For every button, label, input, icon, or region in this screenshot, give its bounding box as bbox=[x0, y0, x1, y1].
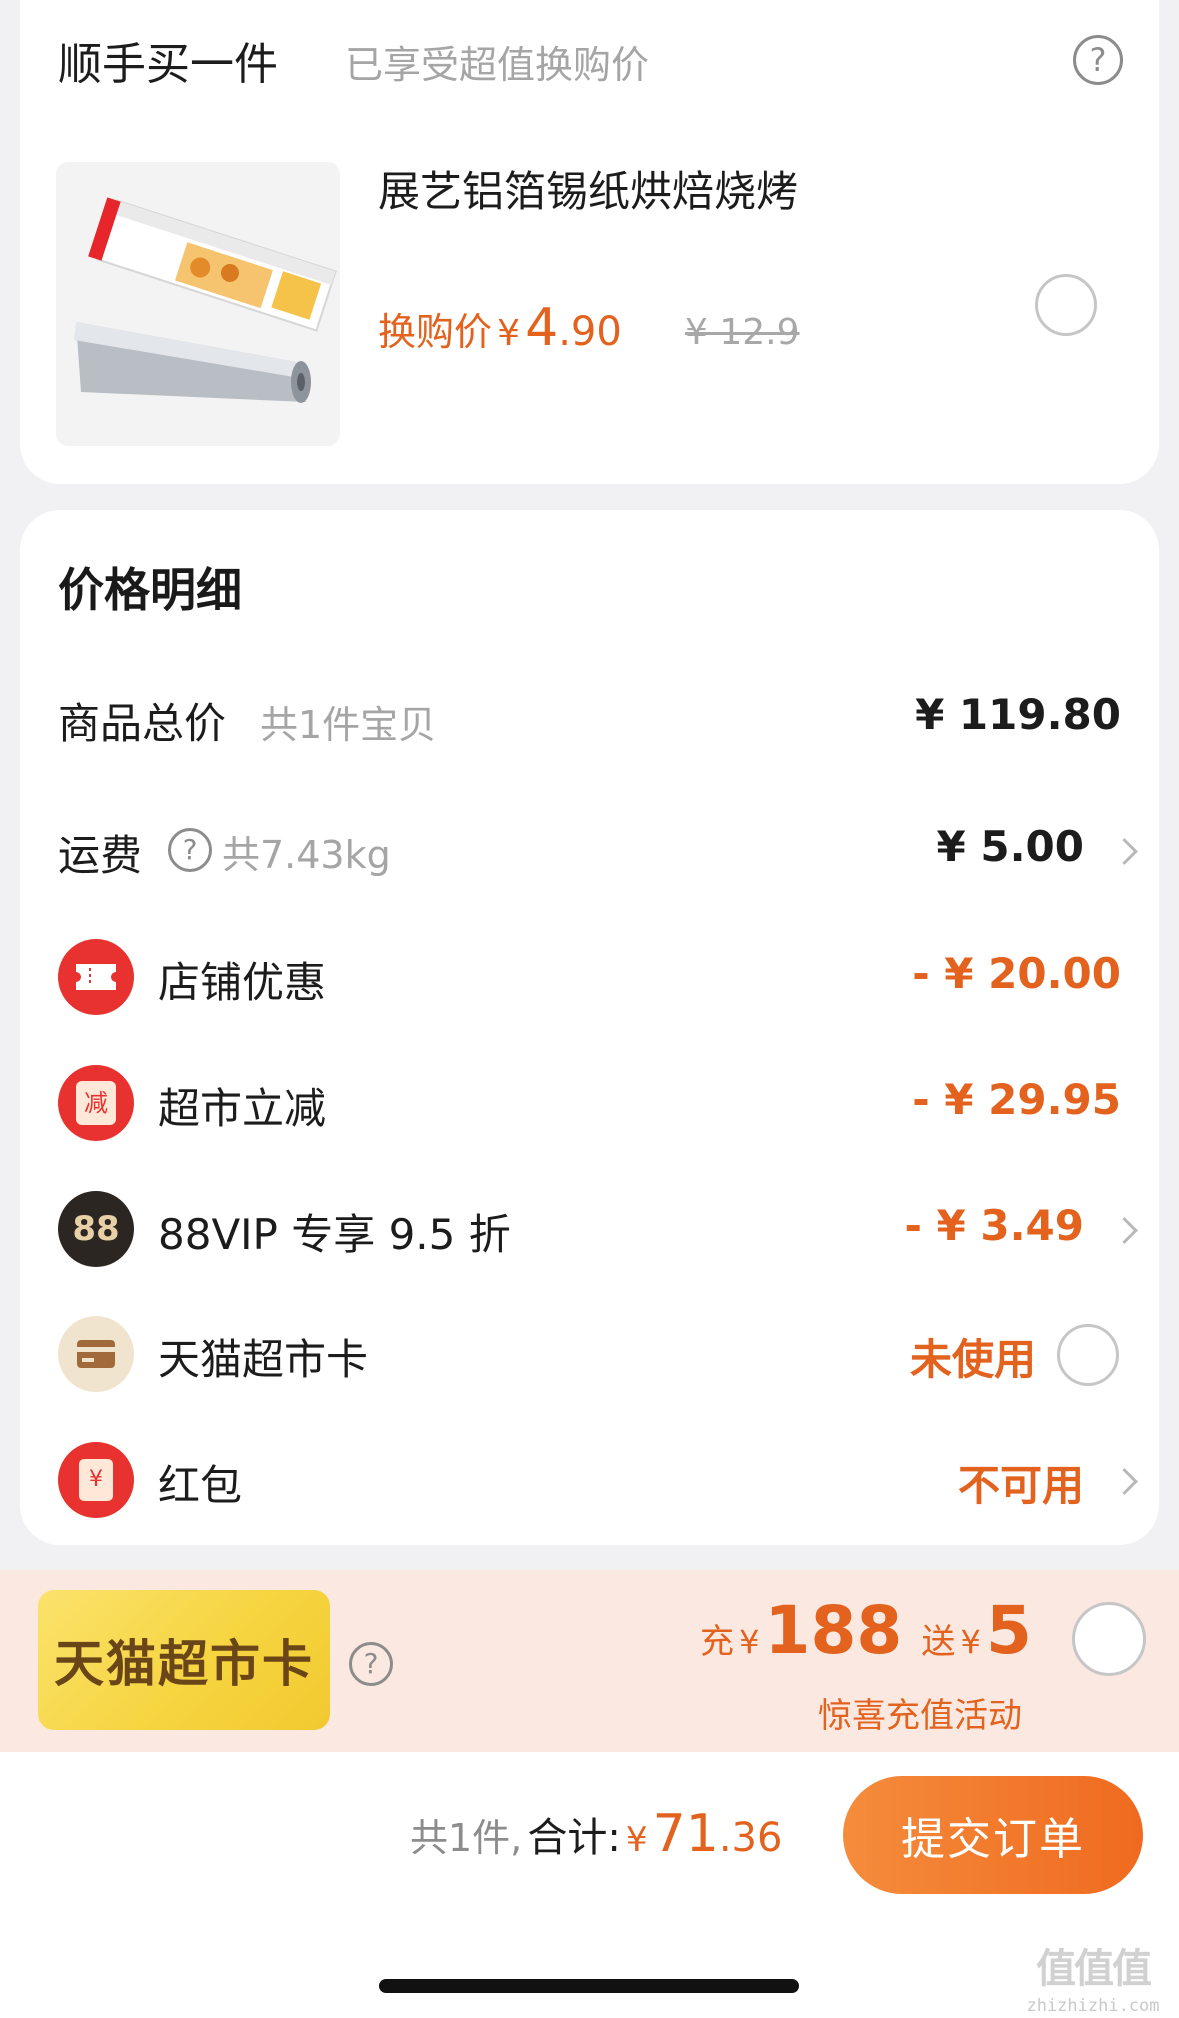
price-decimal: .90 bbox=[558, 309, 622, 355]
price-currency: ¥ bbox=[497, 313, 521, 354]
chevron-right-icon bbox=[1111, 838, 1138, 865]
home-indicator[interactable] bbox=[379, 1979, 799, 1993]
red-packet-label: 红包 bbox=[158, 1461, 243, 1510]
goods-count: 共1件宝贝 bbox=[260, 703, 437, 747]
vip88-icon: 88 bbox=[58, 1191, 134, 1267]
product-name[interactable]: 展艺铝箔锡纸烘焙烧烤 bbox=[378, 158, 798, 219]
price-detail-title: 价格明细 bbox=[58, 563, 242, 617]
chevron-right-icon bbox=[1111, 1468, 1138, 1495]
goods-total-row: 商品总价 共1件宝贝 ¥ 119.80 bbox=[20, 680, 1159, 760]
tmall-card-radio[interactable] bbox=[1057, 1324, 1119, 1386]
promo-help-icon[interactable]: ? bbox=[349, 1642, 393, 1686]
product-image[interactable] bbox=[56, 162, 340, 446]
total-decimal: .36 bbox=[718, 1815, 783, 1861]
addon-title: 顺手买一件 bbox=[58, 39, 278, 90]
shipping-weight: 共7.43kg bbox=[222, 833, 391, 877]
total-label: 合计: bbox=[527, 1815, 621, 1861]
tmall-card-label: 天猫超市卡 bbox=[158, 1335, 369, 1384]
item-count: 共1件, bbox=[410, 1816, 523, 1860]
help-icon[interactable]: ? bbox=[1073, 35, 1123, 85]
watermark-site: zhizhizhi.com bbox=[1026, 1996, 1160, 2016]
chevron-right-icon bbox=[1111, 1217, 1138, 1244]
shipping-label: 运费 bbox=[58, 831, 143, 880]
recharge-offer: 充 ¥ 188 送 ¥ 5 bbox=[700, 1592, 1032, 1669]
vip-discount-label: 88VIP 专享 9.5 折 bbox=[158, 1210, 511, 1259]
discount-icon-text: 减 bbox=[76, 1081, 116, 1125]
store-discount-row: 店铺优惠 - ¥ 20.00 bbox=[20, 937, 1159, 1017]
instant-discount-row: 减 超市立减 - ¥ 29.95 bbox=[20, 1063, 1159, 1143]
addon-subtitle: 已享受超值换购价 bbox=[345, 43, 650, 87]
red-packet-icon-text: ¥ bbox=[79, 1459, 113, 1501]
gift-amount: 5 bbox=[985, 1592, 1032, 1669]
red-packet-icon: ¥ bbox=[58, 1442, 134, 1518]
red-packet-status: 不可用 bbox=[957, 1461, 1084, 1510]
tmall-card-row[interactable]: 天猫超市卡 未使用 bbox=[20, 1314, 1159, 1394]
price-integer: 4 bbox=[525, 298, 559, 358]
ticket-icon bbox=[58, 939, 134, 1015]
shipping-row[interactable]: 运费 ? 共7.43kg ¥ 5.00 bbox=[20, 810, 1159, 890]
total-summary: 共1件, 合计: ¥ 71.36 bbox=[410, 1804, 782, 1864]
addon-card: 顺手买一件 已享受超值换购价 ? 展艺铝箔锡纸烘焙烧烤 换购价 ¥ 4.90 ¥… bbox=[20, 0, 1159, 484]
store-discount-amount: - ¥ 20.00 bbox=[912, 949, 1121, 998]
tmall-card-status: 未使用 bbox=[909, 1335, 1036, 1384]
product-price: 换购价 ¥ 4.90 bbox=[378, 298, 622, 358]
goods-total-label: 商品总价 bbox=[58, 699, 227, 748]
original-price: ¥ 12.9 bbox=[685, 312, 800, 353]
shipping-help-icon[interactable]: ? bbox=[168, 828, 212, 872]
vip88-icon-text: 88 bbox=[72, 1209, 120, 1249]
price-detail-card: 价格明细 商品总价 共1件宝贝 ¥ 119.80 运费 ? 共7.43kg ¥ … bbox=[20, 510, 1159, 1545]
red-packet-row[interactable]: ¥ 红包 不可用 bbox=[20, 1440, 1159, 1520]
submit-order-button[interactable]: 提交订单 bbox=[843, 1776, 1143, 1894]
instant-discount-amount: - ¥ 29.95 bbox=[912, 1075, 1121, 1124]
card-icon bbox=[58, 1316, 134, 1392]
vip-discount-amount: - ¥ 3.49 bbox=[904, 1201, 1084, 1250]
discount-icon: 减 bbox=[58, 1065, 134, 1141]
instant-discount-label: 超市立减 bbox=[158, 1084, 327, 1133]
tmall-card-badge[interactable]: 天猫超市卡 bbox=[38, 1590, 330, 1730]
charge-currency: ¥ bbox=[739, 1623, 760, 1661]
recharge-promo-bar: 天猫超市卡 ? 充 ¥ 188 送 ¥ 5 惊喜充值活动 bbox=[0, 1570, 1179, 1752]
gift-label: 送 bbox=[921, 1622, 956, 1662]
addon-select-radio[interactable] bbox=[1035, 274, 1097, 336]
vip-discount-row[interactable]: 88 88VIP 专享 9.5 折 - ¥ 3.49 bbox=[20, 1189, 1159, 1269]
shipping-amount: ¥ 5.00 bbox=[936, 822, 1084, 871]
watermark-logo: 值值值 zhizhizhi.com bbox=[1018, 1936, 1168, 2016]
charge-label: 充 bbox=[700, 1622, 734, 1662]
charge-amount: 188 bbox=[764, 1592, 903, 1669]
gift-currency: ¥ bbox=[960, 1623, 981, 1661]
price-label: 换购价 bbox=[378, 310, 493, 354]
recharge-select-radio[interactable] bbox=[1072, 1602, 1146, 1676]
goods-total-amount: ¥ 119.80 bbox=[915, 690, 1121, 739]
badge-text: 天猫超市卡 bbox=[54, 1635, 314, 1693]
store-discount-label: 店铺优惠 bbox=[158, 958, 327, 1007]
watermark-mark: 值值值 bbox=[1036, 1946, 1152, 1992]
total-currency: ¥ bbox=[625, 1820, 648, 1860]
promo-caption: 惊喜充值活动 bbox=[818, 1696, 1022, 1736]
total-integer: 71 bbox=[652, 1804, 719, 1864]
